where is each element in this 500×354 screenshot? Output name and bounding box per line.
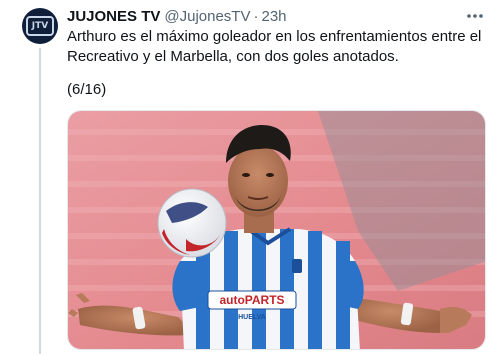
tweet-card[interactable]: JTV JUJONES TV @JujonesTV · 23h Arthuro … bbox=[0, 0, 500, 354]
tweet-text: Arthuro es el máximo goleador en los enf… bbox=[67, 27, 487, 67]
tweet-body: Arthuro es el máximo goleador en los enf… bbox=[67, 28, 482, 65]
shirt-city: HUELVA bbox=[238, 314, 266, 321]
author-name[interactable]: JUJONES TV bbox=[67, 8, 160, 25]
tweet-header: JUJONES TV @JujonesTV · 23h bbox=[67, 6, 460, 26]
shirt-sponsor: autoPARTS bbox=[219, 293, 284, 307]
separator-dot: · bbox=[253, 7, 259, 25]
ellipsis-icon bbox=[467, 14, 483, 18]
more-options-icon[interactable] bbox=[464, 6, 486, 26]
club-crest bbox=[292, 259, 302, 273]
soccer-ball bbox=[157, 188, 227, 258]
left-eye bbox=[242, 173, 250, 177]
thread-line bbox=[39, 48, 41, 354]
avatar[interactable]: JTV bbox=[22, 8, 58, 44]
right-eye bbox=[266, 173, 274, 177]
head bbox=[228, 145, 288, 217]
thread-counter: (6/16) bbox=[67, 81, 107, 98]
tweet-photo[interactable]: autoPARTS HUELVA bbox=[67, 110, 486, 350]
avatar-logo: JTV bbox=[26, 16, 54, 36]
left-sleeve bbox=[172, 261, 202, 311]
author-handle[interactable]: @JujonesTV bbox=[164, 8, 250, 25]
player-photo: autoPARTS HUELVA bbox=[68, 111, 485, 349]
timestamp[interactable]: 23h bbox=[261, 8, 286, 25]
